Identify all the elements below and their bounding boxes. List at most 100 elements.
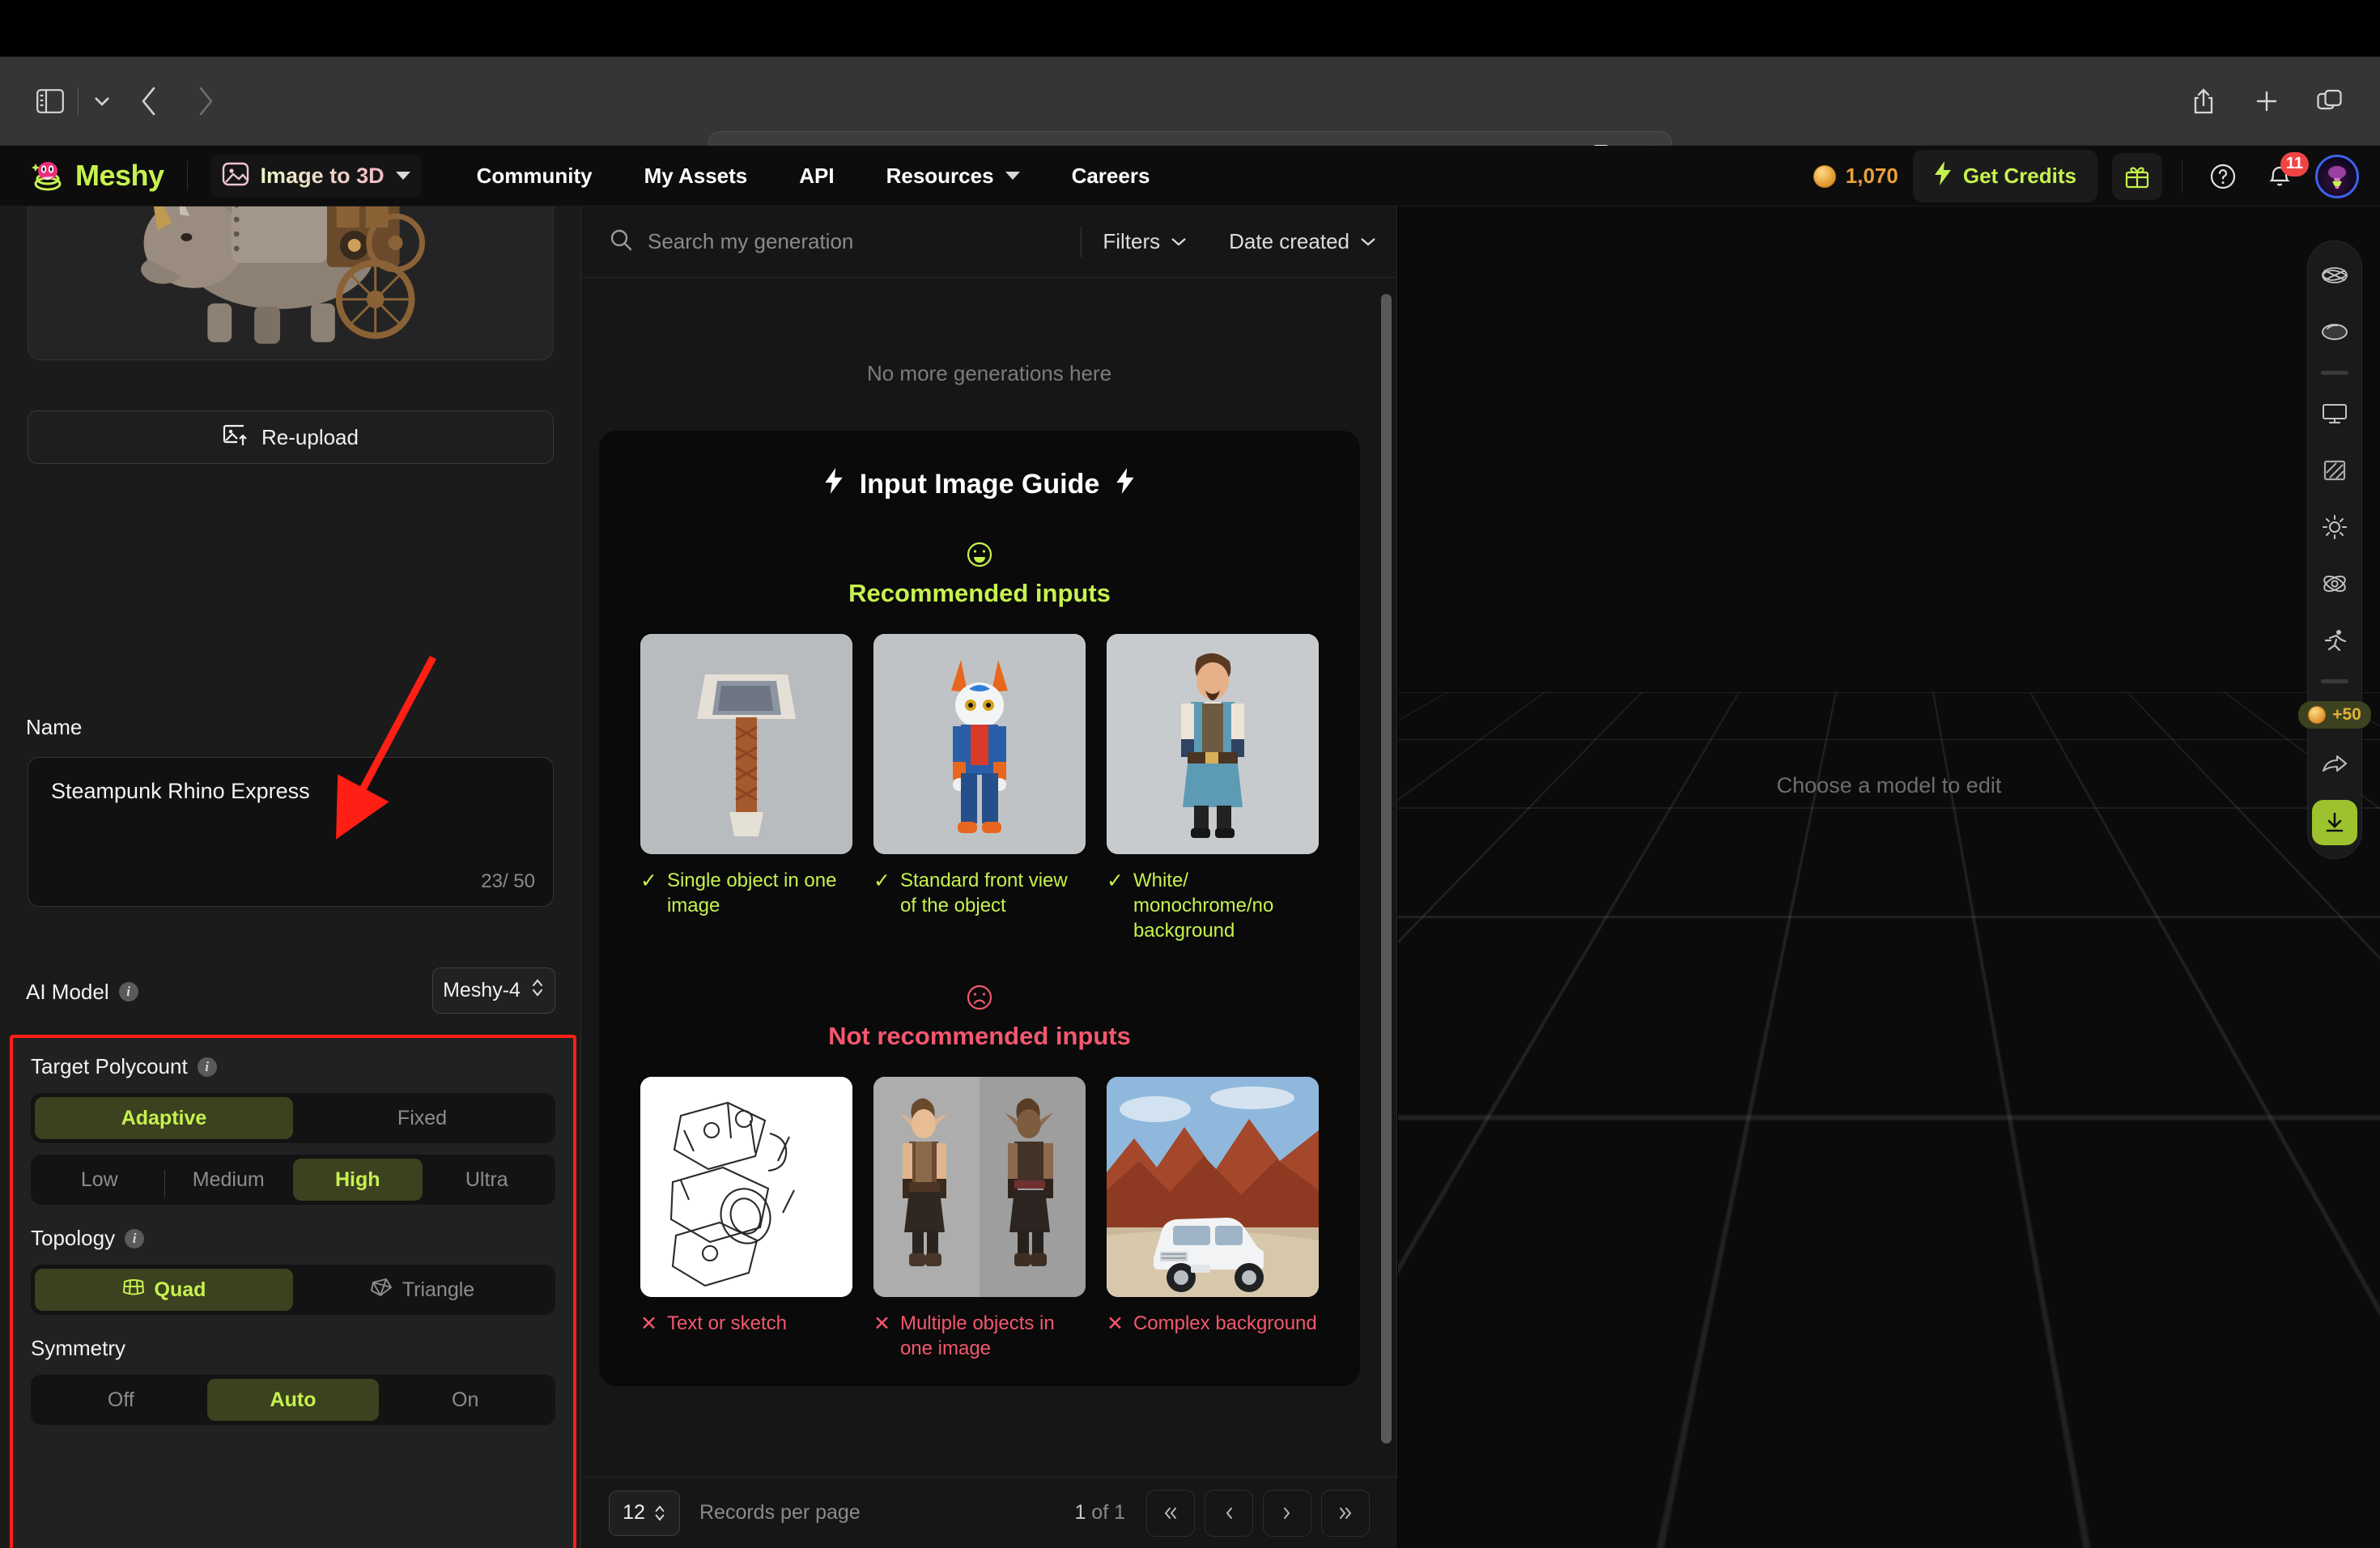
records-per-page-stepper[interactable]: 12 [609,1490,680,1536]
avatar[interactable] [2315,154,2359,198]
wireframe-sphere-icon[interactable] [2314,254,2356,296]
input-image-preview[interactable] [28,206,554,360]
filters-label: Filters [1103,229,1161,253]
guide-item: ✓ Standard front view of the object [873,634,1086,944]
guide-item: ✓ Single object in one image [640,634,852,944]
monitor-icon[interactable] [2314,393,2356,435]
browser-forward-button[interactable] [177,79,234,124]
model-viewport[interactable]: Choose a model to edit +50 [1398,206,2380,1548]
brand-logo[interactable]: Meshy [0,159,164,193]
gift-icon[interactable] [2112,152,2162,200]
info-icon[interactable]: i [197,1057,217,1077]
reupload-button[interactable]: Re-upload [28,410,554,464]
ai-model-text: AI Model [26,979,109,1004]
symmetry-auto[interactable]: Auto [206,1379,380,1421]
caption-text: Standard front view of the object [899,870,1068,917]
rail-divider [2321,679,2348,683]
help-circle-icon[interactable] [2202,155,2244,198]
generations-scrollbar[interactable] [1381,294,1392,1444]
sidebar-dropdown-icon[interactable] [83,79,121,124]
info-icon[interactable]: i [125,1228,145,1248]
share-icon[interactable] [2181,79,2226,124]
hammer-thumbnail[interactable] [640,634,852,854]
credit-balance[interactable]: 1,070 [1813,164,1898,189]
get-credits-button[interactable]: Get Credits [1912,150,2097,202]
running-person-icon[interactable] [2314,619,2356,661]
browser-back-button[interactable] [121,79,177,124]
mesh-settings-group: Target Polycount i Adaptive Fixed Low Me… [10,1035,576,1548]
plus-icon[interactable] [2244,79,2289,124]
polycount-mode-fixed[interactable]: Fixed [293,1097,551,1139]
polycount-level-segmented: Low Medium High Ultra [31,1155,555,1205]
reupload-label: Re-upload [261,424,359,449]
mode-selector[interactable]: Image to 3D [210,154,422,198]
fox-character-thumbnail[interactable] [873,634,1086,854]
shaded-sphere-icon[interactable] [2314,311,2356,353]
polycount-level-low[interactable]: Low [35,1159,164,1201]
guide-caption: ✕ Multiple objects in one image [873,1311,1086,1361]
last-page-button[interactable] [1321,1489,1370,1537]
prev-page-button[interactable] [1205,1489,1253,1537]
sort-button[interactable]: Date created [1208,229,1397,254]
credit-bonus-badge: +50 [2298,701,2371,729]
polycount-level-ultra[interactable]: Ultra [423,1159,552,1201]
name-input-value: Steampunk Rhino Express [51,779,310,803]
header-actions: 1,070 Get Credits 11 [1813,146,2359,206]
chevron-down-icon [1171,238,1186,246]
topology-triangle[interactable]: Triangle [293,1269,551,1311]
image-icon [222,161,249,191]
share-arrow-icon[interactable] [2314,743,2356,785]
nav-item-my-assets[interactable]: My Assets [618,164,774,189]
page-current: 1 [1074,1501,1086,1524]
guide-caption: ✕ Complex background [1107,1311,1319,1337]
download-icon[interactable] [2312,800,2357,845]
filters-button[interactable]: Filters [1082,229,1208,254]
lightning-icon [1116,468,1135,501]
name-input[interactable]: Steampunk Rhino Express 23/ 50 [28,757,554,907]
sidebar-toggle-icon[interactable] [28,79,73,124]
symmetry-text: Symmetry [31,1336,125,1360]
symmetry-on[interactable]: On [379,1379,551,1421]
info-icon[interactable]: i [118,982,138,1002]
nav-item-api[interactable]: API [773,164,860,189]
recommended-title: Recommended inputs [848,579,1111,607]
polycount-mode-adaptive[interactable]: Adaptive [35,1097,293,1139]
search-icon [609,228,633,256]
nav-item-resources[interactable]: Resources [861,164,1046,189]
nav-item-careers[interactable]: Careers [1046,164,1176,189]
page-total: of 1 [1086,1501,1125,1524]
segment-label: Medium [192,1167,265,1191]
polycount-level-high[interactable]: High [293,1159,423,1201]
generations-body: No more generations here Input Image Gui… [581,279,1397,1477]
sketch-thumbnail[interactable] [640,1076,852,1297]
header-divider [186,161,188,190]
first-page-button[interactable] [1146,1489,1195,1537]
browser-left-controls [0,79,234,124]
segment-label: Auto [270,1388,317,1411]
bell-icon[interactable]: 11 [2259,151,2309,198]
orbit-icon[interactable] [2314,563,2356,605]
not-recommended-title: Not recommended inputs [828,1021,1131,1050]
next-page-button[interactable] [1263,1489,1311,1537]
two-elves-thumbnail[interactable] [873,1076,1086,1297]
symmetry-off[interactable]: Off [35,1379,207,1421]
tab-overview-icon[interactable] [2307,79,2352,124]
search-input[interactable]: Search my generation [581,228,1081,256]
hatch-pattern-icon[interactable] [2314,449,2356,491]
polycount-level-medium[interactable]: Medium [164,1159,294,1201]
nav-label: Careers [1071,163,1150,188]
cross-icon: ✕ [1107,1312,1124,1335]
ai-model-value: Meshy-4 [443,979,521,1002]
ai-model-select[interactable]: Meshy-4 [432,968,555,1014]
topology-quad[interactable]: Quad [35,1269,293,1311]
sun-icon[interactable] [2314,506,2356,548]
input-image-guide-card: Input Image Guide Recommended inputs ✓ S… [599,431,1360,1386]
pirate-character-thumbnail[interactable] [1107,634,1319,854]
mode-label: Image to 3D [260,163,385,188]
suv-desert-thumbnail[interactable] [1107,1076,1319,1297]
segment-label: Quad [154,1278,206,1301]
caption-text: Complex background [1133,1312,1317,1334]
brand-name: Meshy [75,159,164,192]
lightning-icon [824,468,844,501]
nav-item-community[interactable]: Community [451,164,618,189]
